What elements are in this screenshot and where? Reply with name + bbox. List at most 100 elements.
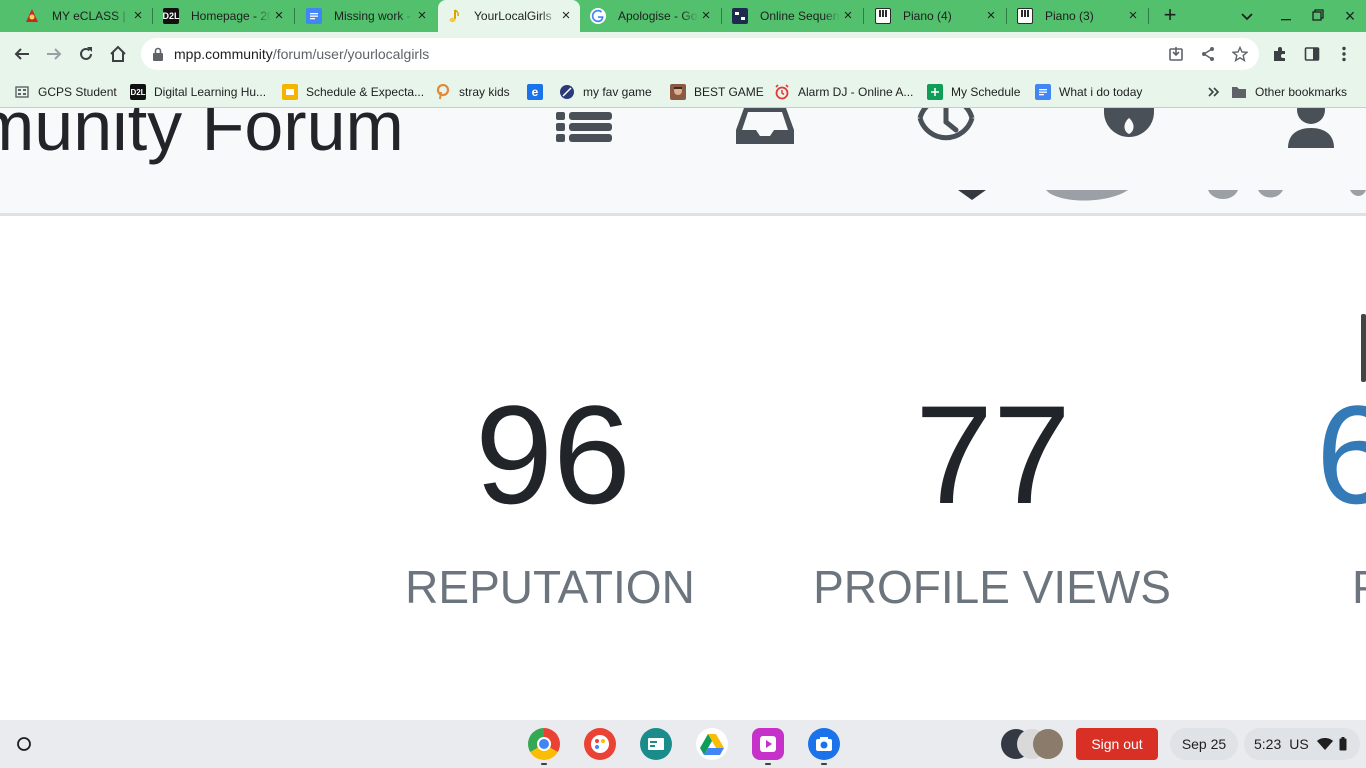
lock-icon[interactable] (153, 47, 163, 61)
tab-6[interactable]: Online Sequen × (724, 0, 862, 32)
tab-8[interactable]: Piano (3) × (1009, 0, 1147, 32)
bookmark-other-bookmarks[interactable]: Other bookmarks (1231, 83, 1347, 101)
popular-fire-icon[interactable] (1102, 108, 1156, 150)
recent-clock-icon[interactable] (916, 108, 976, 150)
tab-search-chevron-icon[interactable] (1237, 6, 1257, 26)
alarm-clock-icon (774, 84, 790, 100)
categories-list-icon[interactable] (556, 108, 612, 148)
back-arrow-icon[interactable] (8, 40, 36, 68)
tab-3[interactable]: Missing work - × (298, 0, 436, 32)
running-indicator (765, 763, 771, 765)
profile-views-label: PROFILE VIEWS (813, 561, 1171, 613)
close-window-icon[interactable]: × (1340, 6, 1360, 26)
game-icon (559, 84, 575, 100)
tab-title: Homepage - 20 (191, 9, 271, 23)
tab-title: Apologise - Go (618, 9, 698, 23)
forum-brand-title[interactable]: munity Forum (0, 108, 404, 166)
google-docs-icon (306, 8, 322, 24)
mpp-music-icon (446, 8, 462, 24)
close-icon[interactable]: × (1125, 8, 1141, 24)
tab-divider (294, 8, 295, 24)
extensions-puzzle-icon[interactable] (1270, 44, 1290, 64)
reputation-label: REPUTATION (405, 561, 695, 613)
close-icon[interactable]: × (840, 8, 856, 24)
bookmark-label: BEST GAME (694, 85, 764, 99)
page-content: munity Forum 96 REPUTATION 77 PROFILE VI… (0, 108, 1366, 720)
user-profile-icon[interactable] (1286, 108, 1336, 150)
scrollbar-thumb[interactable] (1361, 314, 1366, 382)
bookmark-best-game[interactable]: BEST GAME (670, 83, 764, 101)
close-icon[interactable]: × (558, 8, 574, 24)
bookmark-schedule[interactable]: Schedule & Expecta... (282, 83, 424, 101)
install-app-icon[interactable] (1166, 44, 1186, 64)
bookmark-star-icon[interactable] (1230, 44, 1250, 64)
close-icon[interactable]: × (271, 8, 287, 24)
d2l-icon: D2L (163, 8, 180, 24)
bookmark-stray-kids[interactable]: stray kids (435, 83, 510, 101)
close-icon[interactable]: × (983, 8, 999, 24)
launcher-circle-icon[interactable] (8, 728, 40, 760)
pinterest-style-icon (435, 84, 451, 100)
close-icon[interactable]: × (414, 8, 430, 24)
folder-icon (1231, 84, 1247, 100)
running-indicator (821, 763, 827, 765)
home-icon[interactable] (104, 40, 132, 68)
bookmarks-overflow-chevron-icon[interactable] (1208, 83, 1220, 101)
url-path: /forum/user/yourlocalgirls (272, 46, 430, 62)
more-menu-icon[interactable] (1334, 44, 1354, 64)
screencast-app-icon[interactable] (752, 728, 784, 760)
holding-space-thumbnails[interactable] (1000, 728, 1064, 760)
wifi-icon (1316, 737, 1333, 751)
classroom-app-icon[interactable] (640, 728, 672, 760)
new-tab-plus-icon[interactable]: + (1158, 4, 1182, 28)
google-docs-icon (1035, 84, 1051, 100)
bookmark-label: GCPS Student (38, 85, 117, 99)
tab-divider (1148, 8, 1149, 24)
tab-2[interactable]: D2L Homepage - 20 × (155, 0, 293, 32)
tab-divider (721, 8, 722, 24)
tab-title: Online Sequen (760, 9, 840, 23)
tab-5[interactable]: Apologise - Go × (582, 0, 720, 32)
share-icon[interactable] (1198, 44, 1218, 64)
chrome-app-icon[interactable] (528, 728, 560, 760)
bookmark-my-fav-game[interactable]: my fav game (559, 83, 652, 101)
google-drive-app-icon[interactable] (696, 728, 728, 760)
forward-arrow-icon[interactable] (40, 40, 68, 68)
date-tray[interactable]: Sep 25 (1170, 728, 1238, 760)
canvas-paint-app-icon[interactable] (584, 728, 616, 760)
bookmark-my-schedule[interactable]: My Schedule (927, 83, 1020, 101)
close-icon[interactable]: × (698, 8, 714, 24)
side-panel-icon[interactable] (1302, 44, 1322, 64)
running-indicator (541, 763, 547, 765)
date-text: Sep 25 (1181, 736, 1227, 752)
reload-icon[interactable] (72, 40, 100, 68)
inbox-tray-icon[interactable] (736, 108, 794, 148)
time-text: 5:23 (1254, 736, 1282, 752)
url-text[interactable]: mpp.community/forum/user/yourlocalgirls (174, 46, 429, 62)
restore-icon[interactable] (1308, 6, 1328, 26)
system-status-tray[interactable]: 5:23 US (1244, 728, 1360, 760)
bookmark-gcps-student[interactable]: GCPS Student (14, 83, 117, 101)
bookmark-label: What i do today (1059, 85, 1143, 99)
minimize-icon[interactable] (1276, 6, 1296, 26)
tab-7[interactable]: Piano (4) × (867, 0, 1005, 32)
bookmark-label: Other bookmarks (1255, 85, 1348, 99)
sign-out-button[interactable]: Sign out (1076, 728, 1158, 760)
tab-title: Missing work - (334, 9, 411, 23)
bookmark-edge-e[interactable]: e (527, 83, 543, 101)
battery-icon (1339, 737, 1347, 751)
tab-4-active[interactable]: YourLocalGirls × (438, 0, 580, 32)
tab-strip: MY eCLASS | G × D2L Homepage - 20 × Miss… (0, 0, 1366, 32)
third-stat-value: 6 (1316, 376, 1366, 533)
tab-1[interactable]: MY eCLASS | G × (16, 0, 152, 32)
tab-divider (1006, 8, 1007, 24)
profile-views-value: 77 (915, 376, 1071, 533)
bookmark-alarm-dj[interactable]: Alarm DJ - Online A... (774, 83, 913, 101)
close-icon[interactable]: × (130, 8, 146, 24)
bookmark-what-i-do-today[interactable]: What i do today (1035, 83, 1142, 101)
camera-app-icon[interactable] (808, 728, 840, 760)
bookmark-label: Digital Learning Hu... (154, 85, 267, 99)
bookmark-digital-learning-hub[interactable]: D2L Digital Learning Hu... (130, 83, 266, 101)
tab-title: MY eCLASS | G (52, 9, 130, 23)
piano-icon (1017, 8, 1033, 24)
